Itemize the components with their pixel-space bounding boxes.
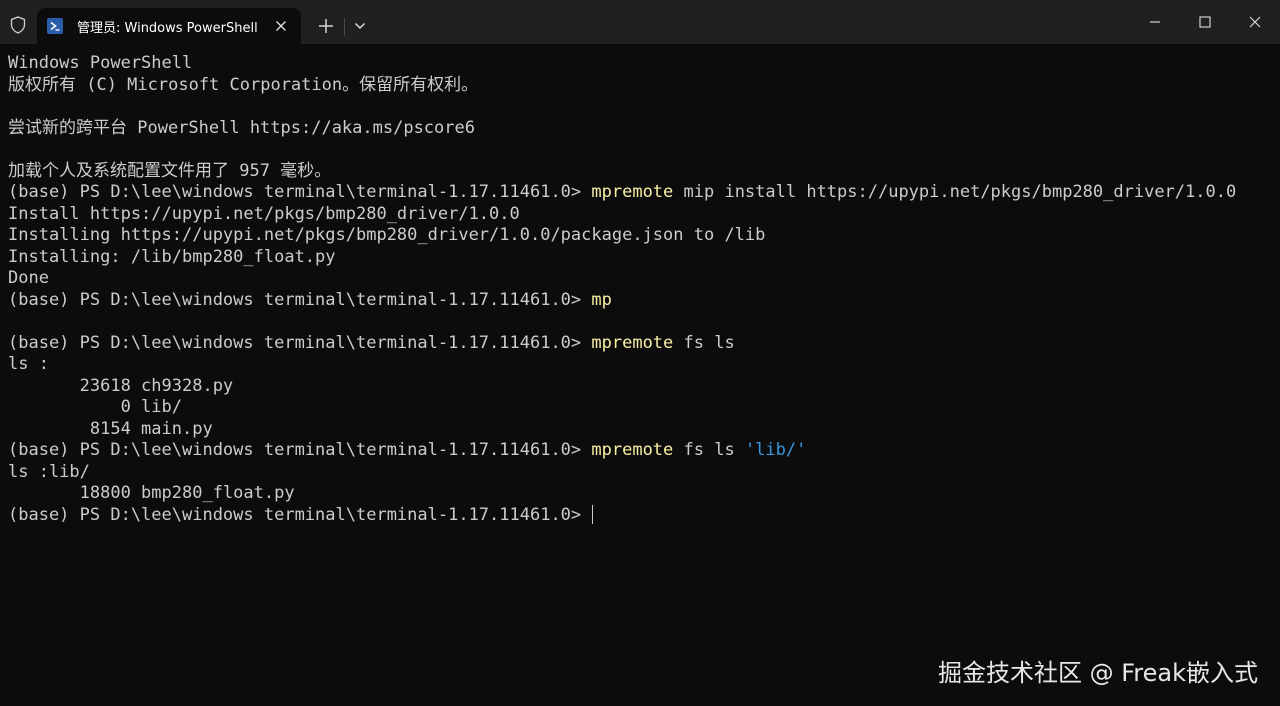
close-window-button[interactable] (1230, 0, 1280, 44)
output-line: 尝试新的跨平台 PowerShell https://aka.ms/pscore… (8, 117, 475, 138)
terminal-window: 管理员: Windows PowerShell Windows PowerShe… (0, 0, 1280, 706)
command-name: mpremote (591, 332, 674, 353)
output-line: Install https://upypi.net/pkgs/bmp280_dr… (8, 203, 520, 224)
output-line: ls :lib/ (8, 461, 90, 482)
text-cursor (592, 504, 594, 524)
prompt: (base) PS D:\lee\windows terminal\termin… (8, 182, 592, 202)
plus-icon (319, 19, 333, 33)
output-line: Done (8, 268, 49, 288)
command-name: mpremote (591, 440, 674, 460)
maximize-button[interactable] (1180, 0, 1230, 44)
watermark: 掘金技术社区 @ Freak嵌入式 (937, 659, 1258, 687)
output-line: 0 lib/ (8, 397, 182, 417)
output-line: 18800 bmp280_float.py (8, 483, 295, 503)
output-line: 8154 main.py (8, 418, 213, 439)
output-line: 23618 ch9328.py (8, 375, 234, 396)
close-icon[interactable] (272, 17, 290, 35)
command-line: (base) PS D:\lee\windows terminal\termin… (8, 440, 1272, 462)
title-bar: 管理员: Windows PowerShell (0, 0, 1280, 44)
tab-powershell[interactable]: 管理员: Windows PowerShell (37, 8, 301, 44)
output-line: Installing: /lib/bmp280_float.py (8, 246, 336, 267)
command-line: (base) PS D:\lee\windows terminal\termin… (8, 333, 1272, 355)
command-args: fs ls (673, 440, 745, 460)
maximize-icon (1199, 16, 1211, 28)
output-line: ls : (8, 354, 49, 374)
output-line: 版权所有 (C) Microsoft Corporation。保留所有权利。 (8, 74, 479, 95)
powershell-icon (47, 18, 63, 34)
prompt: (base) PS D:\lee\windows terminal\termin… (8, 504, 592, 525)
chevron-down-icon (355, 23, 365, 29)
new-tab-button[interactable] (310, 10, 342, 42)
prompt: (base) PS D:\lee\windows terminal\termin… (8, 440, 592, 460)
close-icon (1249, 16, 1261, 28)
minimize-button[interactable] (1130, 0, 1180, 44)
command-line[interactable]: (base) PS D:\lee\windows terminal\termin… (8, 504, 1272, 527)
command-line: (base) PS D:\lee\windows terminal\termin… (8, 182, 1272, 204)
terminal-output[interactable]: Windows PowerShell 版权所有 (C) Microsoft Co… (8, 53, 1272, 526)
command-string-arg: 'lib/' (744, 440, 807, 460)
prompt: (base) PS D:\lee\windows terminal\termin… (8, 289, 592, 310)
command-name: mpremote (591, 182, 674, 202)
output-line: 加载个人及系统配置文件用了 957 毫秒。 (8, 160, 332, 181)
command-args: mip install https://upypi.net/pkgs/bmp28… (673, 182, 1237, 202)
minimize-icon (1150, 21, 1160, 23)
tab-dropdown-button[interactable] (346, 10, 374, 42)
command-args: fs ls (673, 332, 735, 353)
output-line: Installing https://upypi.net/pkgs/bmp280… (8, 225, 766, 245)
prompt: (base) PS D:\lee\windows terminal\termin… (8, 332, 592, 353)
tab-title: 管理员: Windows PowerShell (77, 21, 258, 36)
command-name: mp (591, 289, 612, 310)
tab-separator (344, 18, 345, 36)
command-line: (base) PS D:\lee\windows terminal\termin… (8, 290, 1272, 312)
output-line: Windows PowerShell (8, 53, 193, 73)
shield-icon[interactable] (0, 6, 36, 44)
